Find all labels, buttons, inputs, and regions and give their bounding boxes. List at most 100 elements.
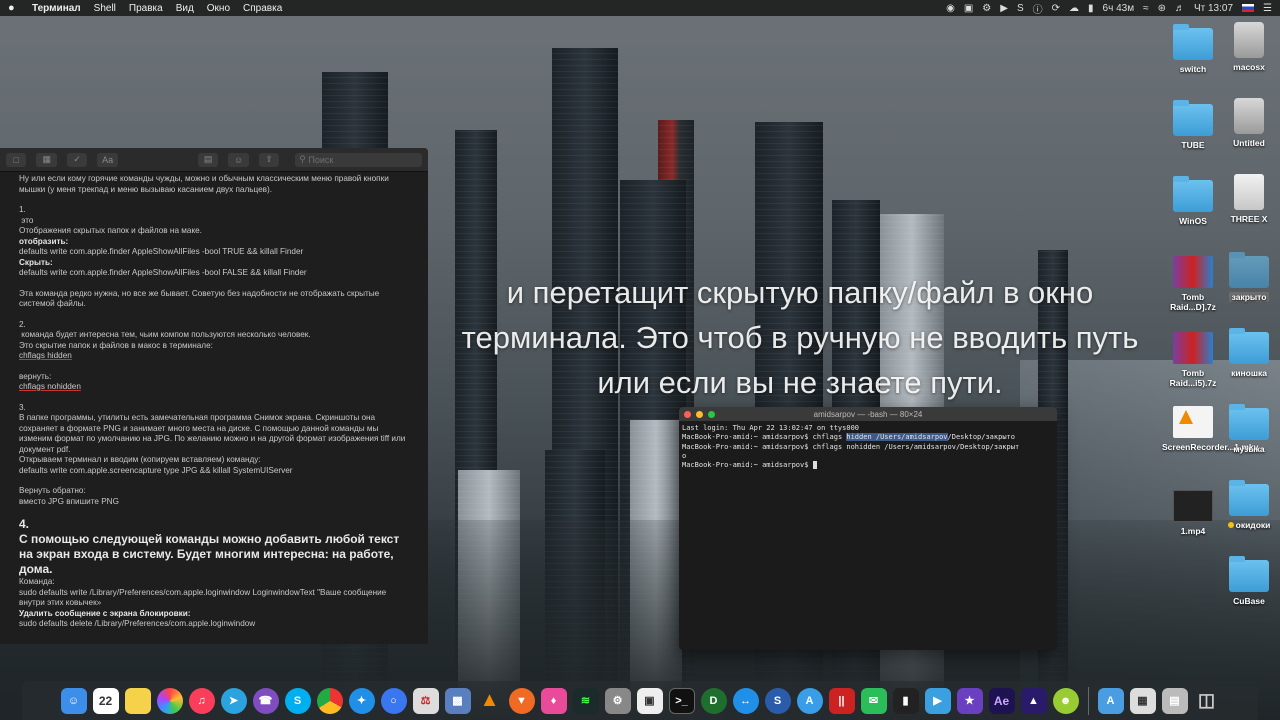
s-app-icon[interactable]: S bbox=[764, 687, 791, 714]
volume-icon[interactable]: ♬ bbox=[1175, 3, 1185, 14]
claquette-icon[interactable]: ▮ bbox=[892, 687, 919, 714]
screenshot-icon[interactable]: ▣ bbox=[636, 687, 663, 714]
note-text: 1. bbox=[19, 205, 26, 214]
telegram-icon[interactable]: ➤ bbox=[220, 687, 247, 714]
activity-monitor-icon[interactable]: ≋ bbox=[572, 687, 599, 714]
menu-window[interactable]: Окно bbox=[207, 3, 230, 14]
music-icon[interactable]: ♫ bbox=[188, 687, 215, 714]
media-icon[interactable]: ▤ bbox=[197, 152, 219, 167]
preview-icon[interactable]: ▩ bbox=[444, 687, 471, 714]
notes-search-input[interactable]: ⚲ Поиск bbox=[295, 152, 423, 167]
sync-icon[interactable]: ⟳ bbox=[1052, 3, 1060, 14]
collaborate-icon[interactable]: ☺ bbox=[228, 152, 249, 167]
note-command: chflags nohidden bbox=[19, 382, 81, 391]
battery-time[interactable]: 6ч 43м bbox=[1103, 3, 1135, 14]
safari-icon[interactable]: ✦ bbox=[348, 687, 375, 714]
note-text: Команда: bbox=[19, 577, 55, 586]
menu-help[interactable]: Справка bbox=[243, 3, 282, 14]
viber-icon[interactable]: ☎ bbox=[252, 687, 279, 714]
desktop-folder-okidoki[interactable]: окидоки bbox=[1218, 480, 1280, 530]
trash-icon[interactable]: ◫ bbox=[1194, 688, 1220, 714]
checklist-icon[interactable]: ✓ bbox=[66, 152, 88, 167]
note-text: вернуть: bbox=[19, 371, 52, 381]
app-store-icon[interactable]: A bbox=[796, 687, 823, 714]
desktop-file-screenrecorder[interactable]: ScreenRecorder...1.mkv bbox=[1162, 406, 1258, 452]
imovie-icon[interactable]: ★ bbox=[956, 687, 983, 714]
menu-app-name[interactable]: Терминал bbox=[32, 3, 81, 14]
clock[interactable]: Чт 13:07 bbox=[1194, 3, 1233, 14]
facetime-icon[interactable]: ▶ bbox=[924, 687, 951, 714]
note-command: sudo defaults delete /Library/Preference… bbox=[19, 619, 256, 628]
menu-shell[interactable]: Shell bbox=[94, 3, 116, 14]
note-content[interactable]: Ну или если кому горячие команды чужды, … bbox=[0, 172, 410, 630]
terminal-window[interactable]: amidsarpov — -bash — 80×24 Last login: T… bbox=[679, 407, 1057, 650]
terminal-command: о bbox=[682, 451, 687, 460]
note-heading: С помощью следующей команды можно добави… bbox=[19, 532, 403, 576]
play-icon[interactable]: ▶ bbox=[1000, 3, 1008, 14]
terminal-output[interactable]: Last login: Thu Apr 22 13:02:47 on ttys0… bbox=[679, 421, 1057, 473]
desktop-folder-tube[interactable]: TUBE bbox=[1162, 100, 1224, 150]
menu-edit[interactable]: Правка bbox=[129, 3, 163, 14]
screen-icon[interactable]: ▣ bbox=[964, 3, 973, 14]
applications-folder-icon[interactable]: A bbox=[1097, 687, 1124, 714]
desktop-disk-untitled[interactable]: Untitled bbox=[1218, 98, 1280, 148]
desktop-folder-hidden[interactable]: закрыто bbox=[1218, 252, 1280, 302]
list-icon[interactable]: ☰ bbox=[1263, 3, 1272, 14]
note-text: вместо JPG впишите PNG bbox=[19, 496, 119, 506]
input-flag-icon[interactable] bbox=[1242, 4, 1255, 12]
format-icon[interactable]: Aa bbox=[97, 152, 118, 167]
terminal-prompt: MacBook-Pro-amid:~ amidsarpov$ bbox=[682, 433, 813, 442]
after-effects-icon[interactable]: Ae bbox=[988, 687, 1015, 714]
apple-menu-icon[interactable]: ● bbox=[8, 2, 20, 14]
gear-icon[interactable]: ⚙ bbox=[982, 3, 991, 14]
terminal-app-icon[interactable]: >_ bbox=[668, 687, 695, 714]
terminal-titlebar[interactable]: amidsarpov — -bash — 80×24 bbox=[679, 407, 1057, 421]
desktop-folder-music[interactable]: музыка bbox=[1218, 404, 1280, 454]
terminal-cursor bbox=[812, 461, 817, 470]
battery-icon[interactable]: ▮ bbox=[1088, 3, 1094, 14]
desktop-disk-macosx[interactable]: macosx bbox=[1218, 22, 1280, 72]
note-text: это bbox=[19, 215, 34, 225]
notes-app-icon[interactable] bbox=[124, 687, 151, 714]
note-bold: Скрыть: bbox=[19, 257, 53, 267]
cloud-icon[interactable]: ☁ bbox=[1069, 3, 1079, 14]
menu-view[interactable]: Вид bbox=[176, 3, 194, 14]
desktop-archive-tomb-raider-1[interactable]: Tomb Raid...D].7z bbox=[1162, 256, 1224, 312]
desktop-folder-switch[interactable]: switch bbox=[1162, 24, 1224, 74]
d-app-icon[interactable]: D bbox=[700, 687, 727, 714]
lock-icon[interactable]: □ bbox=[6, 152, 27, 167]
motion-icon[interactable]: ▲ bbox=[1020, 687, 1047, 714]
share-icon[interactable]: ⇧ bbox=[258, 152, 280, 167]
table-icon[interactable]: ▦ bbox=[36, 152, 57, 167]
bluetooth-icon[interactable]: ⊛ bbox=[1158, 3, 1166, 14]
desktop-file-mp4[interactable]: 1.mp4 bbox=[1162, 490, 1224, 536]
fusion-icon[interactable]: ♦ bbox=[540, 687, 567, 714]
record-icon[interactable]: ◉ bbox=[946, 3, 955, 14]
calendar-icon[interactable]: 22 bbox=[92, 687, 119, 714]
finder-icon[interactable]: ☺ bbox=[60, 687, 87, 714]
skype-icon[interactable]: S bbox=[1017, 3, 1024, 14]
signal-icon[interactable]: ○ bbox=[380, 687, 407, 714]
desktop-folder-kinoshka[interactable]: киношка bbox=[1218, 328, 1280, 378]
android-icon[interactable]: ☻ bbox=[1052, 687, 1079, 714]
wechat-icon[interactable]: ✉ bbox=[860, 687, 887, 714]
downloads-stack-icon[interactable]: ▦ bbox=[1129, 687, 1156, 714]
teamviewer-icon[interactable]: ↔ bbox=[732, 687, 759, 714]
desktop-usb-three-x[interactable]: THREE X bbox=[1218, 174, 1280, 224]
wifi-icon[interactable]: ≈ bbox=[1143, 3, 1149, 14]
utility-icon[interactable]: ⚙ bbox=[604, 687, 631, 714]
photos-icon[interactable] bbox=[156, 687, 183, 714]
desktop-archive-tomb-raider-2[interactable]: Tomb Raid...i5).7z bbox=[1162, 332, 1224, 388]
parallels-icon[interactable]: || bbox=[828, 687, 855, 714]
skype-app-icon[interactable]: S bbox=[284, 687, 311, 714]
note-text: Вернуть обратно: bbox=[19, 486, 86, 495]
desktop-folder-winos[interactable]: WinOS bbox=[1162, 176, 1224, 226]
note-bold: отобразить: bbox=[19, 236, 69, 246]
info-icon[interactable]: ⓘ bbox=[1033, 1, 1043, 16]
toolbox-icon[interactable]: ⚖ bbox=[412, 687, 439, 714]
vlc-icon[interactable]: ▲ bbox=[477, 688, 503, 714]
desktop-folder-cubase[interactable]: CuBase bbox=[1218, 556, 1280, 606]
recent-stack-icon[interactable]: ▤ bbox=[1161, 687, 1188, 714]
brave-icon[interactable]: ▼ bbox=[508, 687, 535, 714]
chrome-icon[interactable] bbox=[316, 687, 343, 714]
